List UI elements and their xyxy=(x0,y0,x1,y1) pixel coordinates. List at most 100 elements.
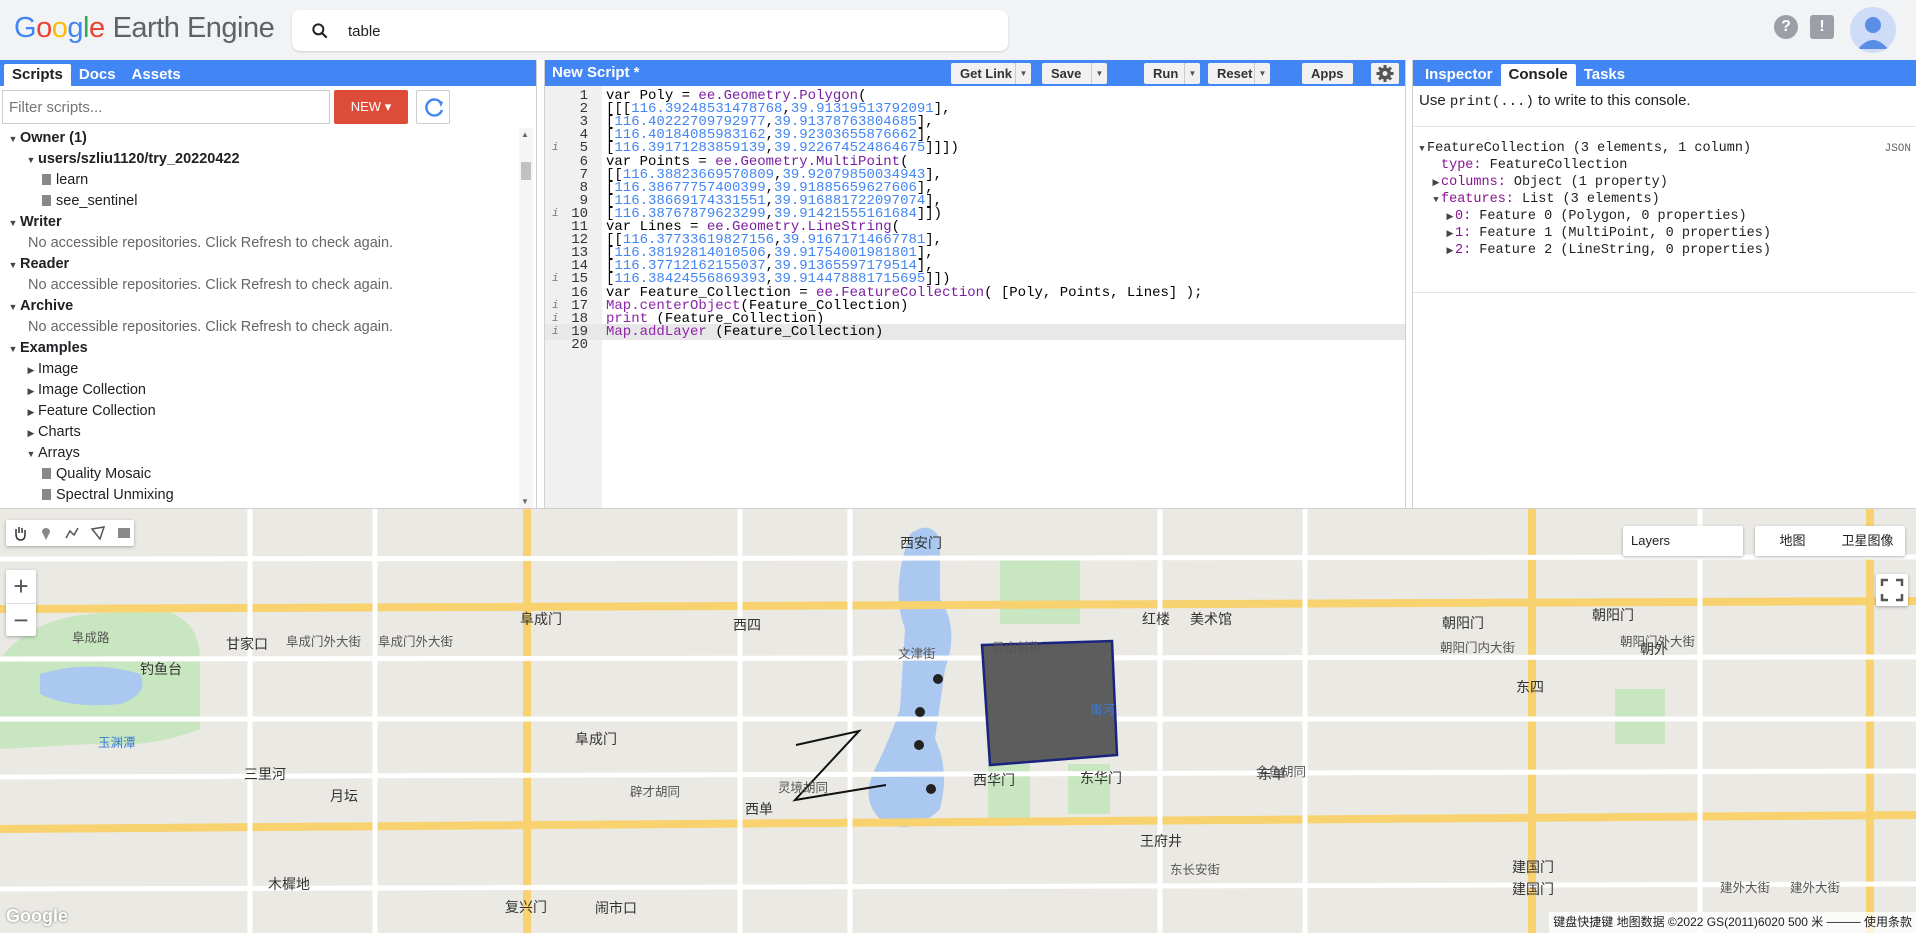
expand-open-icon[interactable]: ▼ xyxy=(1431,192,1441,209)
map-place-label: 木樨地 xyxy=(268,876,310,892)
tree-item[interactable]: No accessible repositories. Click Refres… xyxy=(0,233,520,254)
expand-open-icon[interactable]: ▼ xyxy=(1417,141,1427,158)
expand-open-icon[interactable]: ▼ xyxy=(6,129,20,150)
chevron-down-icon[interactable]: ▼ xyxy=(1015,63,1031,84)
tab-tasks[interactable]: Tasks xyxy=(1576,64,1633,86)
tree-item[interactable]: ▼ Reader xyxy=(0,254,520,275)
help-icon[interactable]: ? xyxy=(1774,15,1798,39)
expand-open-icon[interactable]: ▼ xyxy=(6,339,20,360)
tree-item[interactable]: learn xyxy=(0,170,520,191)
console-row[interactable]: ▶ 0: Feature 0 (Polygon, 0 properties) xyxy=(1417,208,1916,225)
hand-icon[interactable] xyxy=(12,525,28,541)
map-place-label: 阜成门外大街 xyxy=(378,635,454,649)
tree-item[interactable]: ▼ Arrays xyxy=(0,443,520,464)
chevron-down-icon[interactable]: ▼ xyxy=(1091,63,1107,84)
line-tool-icon[interactable] xyxy=(64,525,80,541)
tab-scripts[interactable]: Scripts xyxy=(4,64,71,86)
json-button[interactable]: JSON xyxy=(1885,143,1911,155)
expand-open-icon[interactable]: ▼ xyxy=(6,213,20,234)
console-row[interactable]: ▼ features: List (3 elements) xyxy=(1417,191,1916,208)
map-place-label: 金鱼胡同 xyxy=(1256,765,1307,779)
tab-docs[interactable]: Docs xyxy=(71,64,124,86)
tree-item[interactable]: ▼ Archive xyxy=(0,296,520,317)
console-row[interactable]: ▼ FeatureCollection (3 elements, 1 column… xyxy=(1417,140,1916,157)
search-bar[interactable] xyxy=(292,10,1008,51)
console-output[interactable]: JSON ▼ FeatureCollection (3 elements, 1 c… xyxy=(1417,140,1916,259)
tree-item-label: Reader xyxy=(20,256,70,272)
reset-button[interactable]: Reset ▼ xyxy=(1208,63,1270,84)
map-place-label: 西单 xyxy=(745,801,773,817)
tree-item[interactable]: Spectral Unmixing xyxy=(0,485,520,506)
expand-closed-icon[interactable]: ▶ xyxy=(24,360,38,381)
tree-item[interactable]: ▼ users/szliu1120/try_20220422 xyxy=(0,149,520,170)
filter-scripts-input[interactable] xyxy=(2,90,330,124)
feedback-icon[interactable]: ! xyxy=(1810,15,1834,39)
chevron-down-icon[interactable]: ▼ xyxy=(1184,63,1200,84)
file-icon xyxy=(42,174,51,185)
tree-item[interactable]: Quality Mosaic xyxy=(0,464,520,485)
tree-item[interactable]: ▼ Writer xyxy=(0,212,520,233)
tab-inspector[interactable]: Inspector xyxy=(1417,64,1501,86)
expand-open-icon[interactable]: ▼ xyxy=(6,297,20,318)
console-row[interactable]: ▶ columns: Object (1 property) xyxy=(1417,174,1916,191)
map-place-label: 阜成门外大街 xyxy=(286,635,362,649)
polygon-tool-icon[interactable] xyxy=(90,525,106,541)
expand-closed-icon[interactable]: ▶ xyxy=(1431,175,1441,192)
map-type-satellite[interactable]: 卫星图像 xyxy=(1830,526,1905,556)
tree-item[interactable]: ▶ Image xyxy=(0,359,520,380)
tab-assets[interactable]: Assets xyxy=(124,64,189,86)
tree-item-label: No accessible repositories. Click Refres… xyxy=(28,235,394,251)
tree-item[interactable]: No accessible repositories. Click Refres… xyxy=(0,317,520,338)
expand-open-icon[interactable]: ▼ xyxy=(24,150,38,171)
map-basemap xyxy=(0,509,1916,933)
fullscreen-icon[interactable] xyxy=(1876,574,1908,606)
get-link-button[interactable]: Get Link ▼ xyxy=(951,63,1031,84)
tree-item[interactable]: ▶ Image Collection xyxy=(0,380,520,401)
new-button[interactable]: NEW ▾ xyxy=(334,90,408,124)
code-area[interactable]: 1 var Poly = ee.Geometry.Polygon(2 [[[116.… xyxy=(545,86,1405,508)
console-value: Feature 0 (Polygon, 0 properties) xyxy=(1471,209,1747,224)
run-button[interactable]: Run ▼ xyxy=(1144,63,1200,84)
console-row[interactable]: ▶ 1: Feature 1 (MultiPoint, 0 properties) xyxy=(1417,225,1916,242)
tab-console[interactable]: Console xyxy=(1500,64,1576,86)
tree-item[interactable]: ▶ Charts xyxy=(0,422,520,443)
scripts-scrollbar[interactable]: ▲ ▼ xyxy=(519,128,533,508)
expand-closed-icon[interactable]: ▶ xyxy=(24,423,38,444)
avatar[interactable] xyxy=(1850,7,1896,53)
apps-button[interactable]: Apps xyxy=(1302,63,1353,84)
expand-closed-icon[interactable]: ▶ xyxy=(1445,209,1455,226)
rectangle-tool-icon[interactable] xyxy=(116,525,132,541)
expand-open-icon[interactable]: ▼ xyxy=(24,444,38,465)
expand-closed-icon[interactable]: ▶ xyxy=(1445,226,1455,243)
expand-closed-icon[interactable]: ▶ xyxy=(24,402,38,423)
chevron-down-icon[interactable]: ▼ xyxy=(1254,63,1270,84)
tree-item-label: Image xyxy=(38,361,79,377)
gear-icon[interactable] xyxy=(1371,63,1399,84)
save-button[interactable]: Save ▼ xyxy=(1042,63,1107,84)
tree-item-label: learn xyxy=(56,172,89,188)
tree-item[interactable]: No accessible repositories. Click Refres… xyxy=(0,275,520,296)
map-type-map[interactable]: 地图 xyxy=(1755,526,1830,556)
expand-open-icon[interactable]: ▼ xyxy=(6,255,20,276)
tree-item[interactable]: ▼ Owner (1) xyxy=(0,128,520,149)
console-row: type: FeatureCollection xyxy=(1417,157,1916,174)
expand-closed-icon[interactable]: ▶ xyxy=(1445,243,1455,260)
map-place-label: 东长安街 xyxy=(1170,863,1221,877)
code-line[interactable]: 20 xyxy=(545,337,1405,353)
console-row[interactable]: ▶ 2: Feature 2 (LineString, 0 properties) xyxy=(1417,242,1916,259)
zoom-in-button[interactable]: + xyxy=(6,570,36,603)
tree-item[interactable]: see_sentinel xyxy=(0,191,520,212)
layers-button[interactable]: Layers xyxy=(1623,526,1743,556)
search-input[interactable] xyxy=(348,19,948,43)
tree-item[interactable]: ▶ Feature Collection xyxy=(0,401,520,422)
refresh-button[interactable] xyxy=(416,90,450,124)
earth-engine-logo[interactable]: Google Earth Engine xyxy=(14,12,275,45)
marker-icon[interactable] xyxy=(38,525,54,541)
expand-closed-icon[interactable]: ▶ xyxy=(24,381,38,402)
tree-item[interactable]: ▼ Examples xyxy=(0,338,520,359)
map-place-label: 西安门 xyxy=(900,535,942,551)
tree-item-label: Spectral Unmixing xyxy=(56,487,174,503)
zoom-out-button[interactable]: − xyxy=(6,603,36,636)
map-canvas[interactable]: 西安门 阜成门 西四 红楼 美术馆 朝阳门 朝阳门 甘家口 钓鱼台 玉渊潭 阜成路 阜成门外大街 阜成门… xyxy=(0,508,1916,933)
map-attribution[interactable]: 键盘快捷键 地图数据 ©2022 GS(2011)6020 500 米 ────… xyxy=(1549,912,1916,933)
